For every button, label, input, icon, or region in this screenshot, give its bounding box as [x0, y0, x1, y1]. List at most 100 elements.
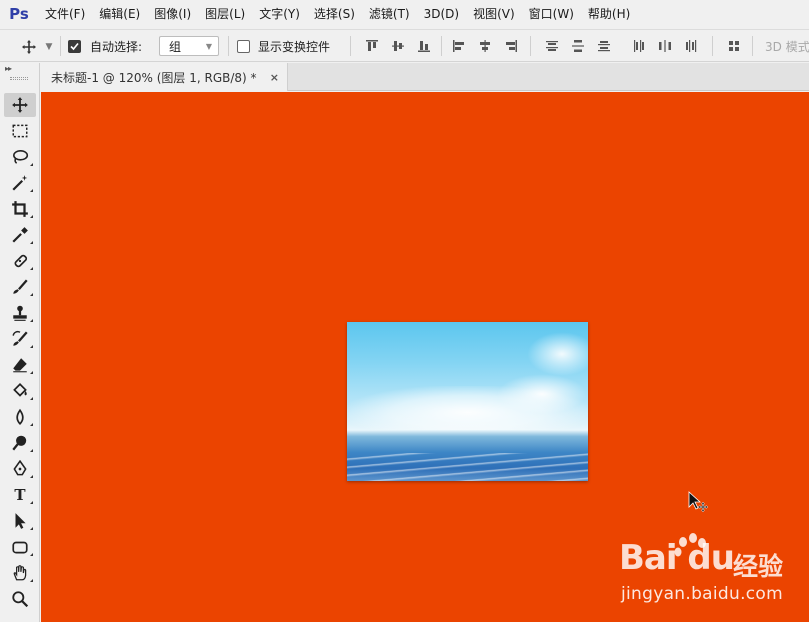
stamp-icon: [13, 305, 27, 321]
lasso-icon: [13, 150, 29, 164]
dodge-icon: [12, 435, 27, 451]
watermark-suffix: 经验: [733, 552, 784, 581]
crop-icon: [12, 201, 28, 217]
dodge-tool[interactable]: [4, 431, 36, 455]
auto-select-label: 自动选择:: [90, 40, 143, 54]
menu-edit[interactable]: 编辑(E): [92, 0, 147, 28]
checkbox-unchecked-icon: [237, 40, 250, 53]
crop-tool[interactable]: [4, 197, 36, 221]
move-cursor-icon: [688, 491, 709, 513]
divider: [350, 36, 351, 56]
eyedropper-icon: [12, 227, 28, 243]
move-icon: [12, 97, 28, 113]
watermark-url: jingyan.baidu.com: [621, 584, 783, 604]
tools-panel: ▸▸ T: [0, 63, 40, 622]
divider: [441, 36, 442, 56]
auto-select-checkbox[interactable]: [68, 30, 81, 63]
panel-grip[interactable]: [10, 77, 28, 80]
distribute-top-icon[interactable]: [545, 39, 559, 53]
type-icon: T: [14, 486, 26, 504]
distribute-right-icon[interactable]: [684, 39, 698, 53]
divider: [530, 36, 531, 56]
align-top-icon[interactable]: [365, 39, 379, 53]
divider: [60, 36, 61, 56]
options-bar: ▼ 自动选择: 组 ▼ 显示变换控件 3D 模式: [0, 29, 809, 62]
menu-bar: Ps 文件(F) 编辑(E) 图像(I) 图层(L) 文字(Y) 选择(S) 滤…: [0, 0, 809, 28]
auto-select-value: 组: [169, 39, 182, 54]
menu-select[interactable]: 选择(S): [307, 0, 362, 28]
rectangle-tool[interactable]: [4, 535, 36, 559]
distribute-vertical-center-icon[interactable]: [571, 39, 585, 53]
auto-select-dropdown[interactable]: 组 ▼: [159, 36, 219, 56]
menu-help[interactable]: 帮助(H): [581, 0, 637, 28]
rounded-rectangle-icon: [12, 541, 28, 554]
magnifier-icon: [12, 591, 29, 608]
brush-tool[interactable]: [4, 275, 36, 299]
arrow-pointer-icon: [15, 513, 26, 529]
menu-3d[interactable]: 3D(D): [417, 0, 466, 28]
paint-bucket-icon: [13, 383, 27, 397]
eraser-icon: [13, 358, 27, 373]
menu-file[interactable]: 文件(F): [38, 0, 92, 28]
pen-tool[interactable]: [4, 457, 36, 481]
magic-wand-tool[interactable]: [4, 171, 36, 195]
history-brush-icon: [12, 330, 28, 346]
path-selection-tool[interactable]: [4, 509, 36, 533]
document-tab-bar: 未标题-1 @ 120% (图层 1, RGB/8) * ×: [41, 63, 809, 91]
photoshop-logo: Ps: [9, 5, 29, 23]
align-vertical-center-icon[interactable]: [391, 39, 405, 53]
bandage-icon: [14, 254, 28, 268]
move-tool[interactable]: [4, 93, 36, 117]
divider: [752, 36, 753, 56]
document-canvas[interactable]: Bai du 经验 jingyan.baidu.com: [41, 92, 809, 622]
align-left-icon[interactable]: [452, 39, 466, 53]
show-transform-label: 显示变换控件: [258, 40, 331, 54]
clone-stamp-tool[interactable]: [4, 301, 36, 325]
move-tool-preset-icon[interactable]: [18, 30, 40, 63]
type-tool[interactable]: T: [4, 483, 36, 507]
history-brush-tool[interactable]: [4, 327, 36, 351]
menu-window[interactable]: 窗口(W): [522, 0, 581, 28]
menu-view[interactable]: 视图(V): [466, 0, 522, 28]
sea-waves: [347, 453, 588, 481]
3d-mode-label: 3D 模式: [765, 40, 809, 54]
align-right-icon[interactable]: [504, 39, 518, 53]
menu-layer[interactable]: 图层(L): [198, 0, 252, 28]
menu-filter[interactable]: 滤镜(T): [362, 0, 417, 28]
chevron-down-icon[interactable]: ▼: [43, 30, 55, 63]
divider: [228, 36, 229, 56]
healing-brush-tool[interactable]: [4, 249, 36, 273]
menu-items: 文件(F) 编辑(E) 图像(I) 图层(L) 文字(Y) 选择(S) 滤镜(T…: [38, 0, 637, 28]
marquee-tool[interactable]: [4, 119, 36, 143]
distribute-horizontal-center-icon[interactable]: [658, 39, 672, 53]
align-horizontal-center-icon[interactable]: [478, 39, 492, 53]
blur-tool[interactable]: [4, 405, 36, 429]
hand-icon: [13, 565, 27, 581]
document-tab-title: 未标题-1 @ 120% (图层 1, RGB/8) *: [51, 70, 257, 85]
baidu-jingyan-watermark: Bai du 经验 jingyan.baidu.com: [619, 532, 809, 612]
close-icon[interactable]: ×: [270, 71, 279, 84]
document-tab[interactable]: 未标题-1 @ 120% (图层 1, RGB/8) * ×: [41, 63, 288, 91]
paw-logo-icon: [674, 533, 706, 557]
divider: [712, 36, 713, 56]
chevron-down-icon: ▼: [205, 41, 212, 51]
align-bottom-icon[interactable]: [417, 39, 431, 53]
brush-icon: [13, 279, 28, 294]
sea-sky-photo-layer[interactable]: [347, 322, 588, 481]
menu-image[interactable]: 图像(I): [147, 0, 198, 28]
eyedropper-tool[interactable]: [4, 223, 36, 247]
eraser-tool[interactable]: [4, 353, 36, 377]
distribute-bottom-icon[interactable]: [597, 39, 611, 53]
auto-align-layers-icon[interactable]: [727, 39, 741, 53]
cloud: [527, 332, 588, 376]
paint-bucket-tool[interactable]: [4, 379, 36, 403]
menu-type[interactable]: 文字(Y): [252, 0, 307, 28]
checkbox-checked-icon: [68, 40, 81, 53]
zoom-tool[interactable]: [4, 587, 36, 611]
collapse-panel-icon[interactable]: ▸▸: [5, 64, 12, 73]
hand-tool[interactable]: [4, 561, 36, 585]
marquee-icon: [12, 124, 28, 138]
show-transform-checkbox[interactable]: [237, 30, 250, 63]
lasso-tool[interactable]: [4, 145, 36, 169]
distribute-left-icon[interactable]: [632, 39, 646, 53]
